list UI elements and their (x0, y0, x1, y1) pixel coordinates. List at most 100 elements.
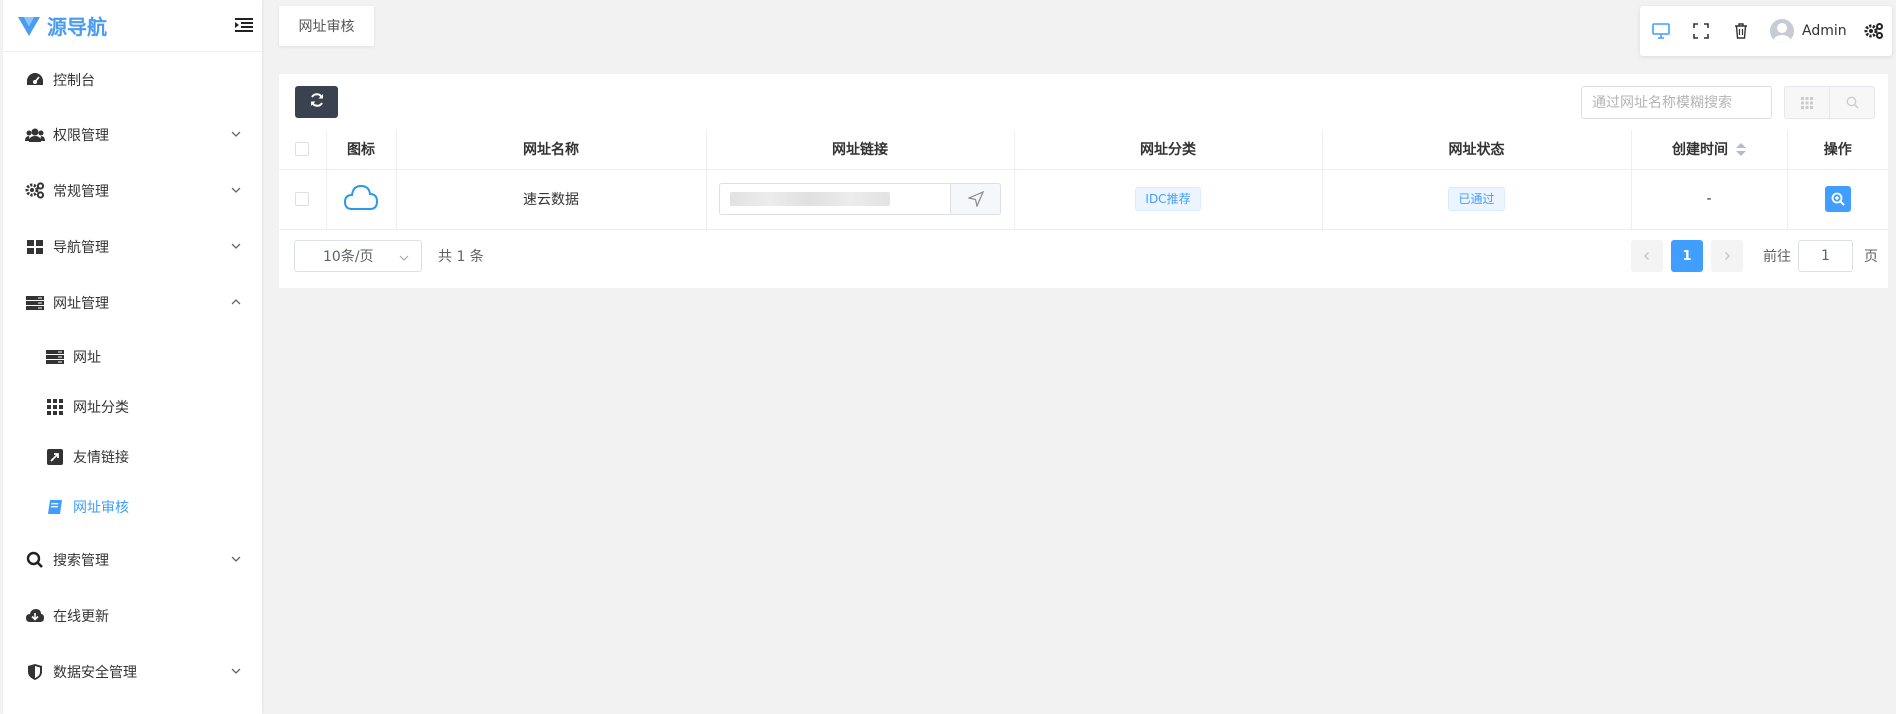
external-link-icon (45, 447, 65, 467)
sidebar-item-general[interactable]: 常规管理 (3, 171, 262, 211)
row-name: 速云数据 (396, 169, 707, 230)
users-icon (25, 125, 45, 145)
sidebar-item-search[interactable]: 搜索管理 (3, 540, 262, 580)
sidebar-item-label: 数据安全管理 (53, 665, 137, 681)
sidebar-item-label: 搜索管理 (53, 553, 109, 569)
goto-label: 前往 (1763, 249, 1791, 265)
sidebar-subitem-url-review[interactable]: 网址审核 (3, 487, 262, 527)
search-button[interactable] (1829, 87, 1874, 118)
grid-dots-icon (45, 397, 65, 417)
column-header: 网址状态 (1322, 130, 1632, 170)
settings-icon[interactable] (1863, 20, 1885, 42)
row-created: - (1631, 169, 1788, 230)
brand-name: 源导航 (47, 15, 107, 39)
view-button-group (1784, 86, 1875, 119)
chevron-down-icon (230, 128, 242, 140)
select-all-cell (279, 130, 327, 170)
book-icon (45, 497, 65, 517)
search-input[interactable] (1581, 86, 1772, 119)
sidebar-subitem-urls[interactable]: 网址 (3, 337, 262, 377)
chevron-up-icon (230, 296, 242, 308)
sidebar-subitem-url-categories[interactable]: 网址分类 (3, 387, 262, 427)
sidebar-subitem-label: 网址 (73, 350, 101, 366)
category-tag: IDC推荐 (1135, 187, 1201, 211)
row-select-cell (279, 169, 327, 230)
prev-page-button[interactable] (1631, 240, 1663, 272)
row-checkbox[interactable] (295, 192, 310, 206)
page-size-value: 10条/页 (323, 249, 374, 265)
status-badge: 已通过 (1448, 187, 1505, 211)
sidebar-item-navigation[interactable]: 导航管理 (3, 227, 262, 267)
chevron-down-icon (230, 553, 242, 565)
column-header: 网址名称 (396, 130, 707, 170)
sidebar-item-label: 权限管理 (53, 128, 109, 144)
view-detail-button[interactable] (1824, 186, 1851, 212)
cogs-icon (25, 181, 45, 201)
sidebar-item-url-management[interactable]: 网址管理 (3, 283, 262, 323)
user-menu[interactable]: Admin (1770, 19, 1847, 43)
page-size-select[interactable]: 10条/页 (294, 240, 422, 272)
goto-page-input[interactable] (1798, 240, 1853, 272)
grid-view-button[interactable] (1785, 87, 1829, 118)
open-link-button[interactable] (950, 184, 1000, 214)
server-icon (25, 293, 45, 313)
url-link-field (719, 183, 1001, 215)
brand: 源导航 (3, 0, 262, 52)
sidebar-item-label: 控制台 (53, 73, 95, 89)
row-category-cell: IDC推荐 (1014, 169, 1323, 230)
search-icon (25, 550, 45, 570)
user-name: Admin (1802, 23, 1847, 39)
row-link-cell (706, 169, 1015, 230)
cloud-download-icon (25, 606, 45, 626)
select-all-checkbox[interactable] (295, 142, 310, 157)
sidebar-item-dashboard[interactable]: 控制台 (3, 60, 262, 100)
avatar (1770, 19, 1794, 43)
sort-icon[interactable] (1736, 143, 1746, 157)
sidebar-item-label: 导航管理 (53, 240, 109, 256)
column-header: 网址分类 (1014, 130, 1323, 170)
table-row: 速云数据 IDC推荐 已通过 - (279, 169, 1888, 230)
next-page-button[interactable] (1711, 240, 1743, 272)
sidebar: 源导航 控制台 权限管理 常规管理 导航管理 网址管理 网址 网址分类 友情链接… (3, 0, 262, 714)
shield-icon (25, 662, 45, 682)
sidebar-subitem-label: 友情链接 (73, 450, 129, 466)
column-header-label: 创建时间 (1672, 142, 1728, 159)
server-icon (45, 347, 65, 367)
pagination: 10条/页 共 1 条 1 前往 页 (279, 229, 1888, 277)
refresh-icon (309, 92, 325, 112)
column-header: 网址链接 (706, 130, 1015, 170)
refresh-button[interactable] (295, 86, 338, 118)
tab-url-review[interactable]: 网址审核 (279, 6, 374, 46)
grid-icon (25, 237, 45, 257)
top-toolbar: Admin (1640, 6, 1892, 56)
row-icon-cell (326, 169, 397, 230)
column-header-created[interactable]: 创建时间 (1631, 130, 1788, 170)
row-actions-cell (1787, 169, 1888, 230)
chevron-down-icon (230, 184, 242, 196)
sidebar-subitem-friend-links[interactable]: 友情链接 (3, 437, 262, 477)
content-card: 图标 网址名称 网址链接 网址分类 网址状态 创建时间 操作 速云数据 (279, 74, 1888, 288)
sidebar-item-label: 网址管理 (53, 296, 109, 312)
url-review-table: 图标 网址名称 网址链接 网址分类 网址状态 创建时间 操作 速云数据 IDC推… (279, 130, 1888, 230)
row-status-cell: 已通过 (1322, 169, 1632, 230)
sidebar-item-online-update[interactable]: 在线更新 (3, 596, 262, 636)
sidebar-item-permissions[interactable]: 权限管理 (3, 115, 262, 155)
zoom-icon (1831, 192, 1845, 206)
chevron-down-icon (230, 240, 242, 252)
trash-icon[interactable] (1730, 20, 1752, 42)
sidebar-subitem-label: 网址审核 (73, 500, 129, 516)
sidebar-item-label: 在线更新 (53, 609, 109, 625)
fullscreen-icon[interactable] (1690, 20, 1712, 42)
page-number-button[interactable]: 1 (1671, 240, 1703, 272)
table-header-row: 图标 网址名称 网址链接 网址分类 网址状态 创建时间 操作 (279, 130, 1888, 170)
sidebar-item-data-security[interactable]: 数据安全管理 (3, 652, 262, 692)
monitor-icon[interactable] (1650, 20, 1672, 42)
goto-suffix: 页 (1864, 249, 1878, 265)
collapse-menu-icon[interactable] (234, 16, 254, 34)
url-value-blurred[interactable] (720, 184, 950, 214)
sidebar-item-label: 常规管理 (53, 184, 109, 200)
dashboard-icon (25, 70, 45, 90)
chevron-left-icon (1644, 252, 1649, 260)
chevron-right-icon (1725, 252, 1730, 260)
logo-icon (15, 12, 43, 40)
